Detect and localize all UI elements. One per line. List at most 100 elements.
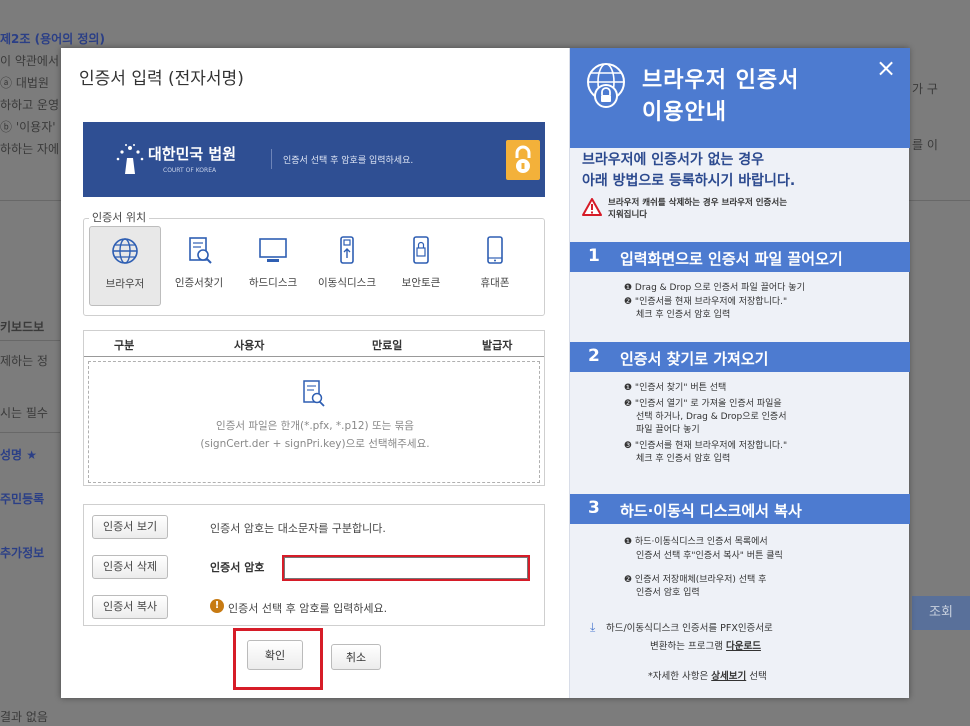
cancel-button[interactable]: 취소 — [331, 644, 381, 670]
copy-certificate-button[interactable]: 인증서 복사 — [92, 595, 169, 619]
dialog-title: 인증서 입력 (전자서명) — [79, 69, 244, 89]
court-banner: 대한민국 법원 COURT OF KOREA 인증서 선택 후 암호를 입력하세… — [83, 122, 545, 197]
bg-label: 시는 필수 — [0, 406, 48, 420]
confirm-button[interactable]: 확인 — [247, 640, 303, 670]
step-instruction: ❶ Drag & Drop 으로 인증서 파일 끌어다 놓기 — [624, 283, 805, 293]
step-number: 1 — [588, 246, 600, 266]
bg-line: 하하는 자에 — [0, 142, 60, 156]
step-instruction: 체크 후 인증서 암호 입력 — [636, 310, 731, 320]
step-instruction: 선택 하거나, Drag & Drop으로 인증서 — [636, 412, 787, 422]
guide-subtitle: 아래 방법으로 등록하시기 바랍니다. — [582, 173, 796, 189]
download-description: 하드/이동식디스크 인증서를 PFX인증서로 — [606, 623, 773, 634]
column-header: 발급자 — [482, 339, 513, 352]
password-label: 인증서 암호 — [210, 561, 265, 574]
download-link[interactable]: 다운로드 — [726, 641, 761, 652]
step-instruction: 인증서 암호 입력 — [636, 588, 700, 598]
select-certificate-note: 인증서 선택 후 암호를 입력하세요. — [228, 602, 388, 615]
bg-line: 이 약관에서 — [0, 54, 60, 68]
download-description: 변환하는 프로그램 — [650, 641, 723, 652]
location-label: 휴대폰 — [480, 277, 510, 289]
location-removable-disk[interactable]: 이동식디스크 — [311, 226, 383, 306]
article-title: 제2조 (용어의 정의) — [0, 32, 105, 46]
step-header: 2 인증서 찾기로 가져오기 — [570, 342, 910, 372]
globe-icon — [112, 238, 138, 264]
details-link[interactable]: 상세보기 — [711, 671, 746, 682]
location-mobile-phone[interactable]: 휴대폰 — [459, 226, 531, 306]
step-title: 인증서 찾기로 가져오기 — [620, 350, 769, 368]
banner-message: 인증서 선택 후 암호를 입력하세요. — [283, 156, 414, 166]
usb-icon — [340, 236, 354, 264]
step-number: 3 — [588, 498, 600, 518]
step-title: 입력화면으로 인증서 파일 끌어오기 — [620, 250, 843, 268]
warning-icon: ! — [210, 599, 224, 613]
drop-zone-hint: 인증서 파일은 한개(*.pfx, *.p12) 또는 묶음 — [216, 420, 414, 432]
bg-label: 성명 ★ — [0, 448, 38, 462]
court-name-english: COURT OF KOREA — [163, 167, 217, 174]
step-instruction: ❷ "인증서를 현재 브라우저에 저장합니다." — [624, 297, 788, 307]
location-security-token[interactable]: 보안토큰 — [385, 226, 457, 306]
cache-warning: 지워집니다 — [608, 210, 648, 220]
case-sensitive-note: 인증서 암호는 대소문자를 구분합니다. — [210, 522, 386, 535]
certificate-drop-zone[interactable]: 인증서 파일은 한개(*.pfx, *.p12) 또는 묶음 (signCert… — [88, 361, 540, 483]
bg-fragment: 가 구 — [912, 82, 938, 96]
bg-divider — [0, 432, 60, 433]
delete-certificate-button[interactable]: 인증서 삭제 — [92, 555, 169, 579]
banner-divider — [271, 149, 272, 169]
bg-line: ⓐ 대법원 — [0, 76, 49, 90]
step-number: 2 — [588, 346, 600, 366]
bg-label: 주민등록 — [0, 492, 45, 506]
location-label: 보안토큰 — [401, 277, 441, 289]
step-instruction: 인증서 선택 후"인증서 복사" 버튼 클릭 — [636, 551, 783, 561]
certificate-actions: 인증서 보기 인증서 암호는 대소문자를 구분합니다. 인증서 삭제 인증서 암… — [83, 504, 545, 626]
location-certificate-search[interactable]: 인증서찾기 — [163, 226, 235, 306]
certificate-location-legend: 인증서 위치 — [89, 209, 150, 225]
certificate-table: 구분 사용자 만료일 발급자 인증서 파일은 한개(*.pfx, *.p12) … — [83, 330, 545, 486]
alert-triangle-icon — [582, 198, 602, 216]
download-line: 변환하는 프로그램 다운로드 — [650, 638, 761, 652]
bg-label: 추가정보 — [0, 546, 45, 560]
monitor-icon — [259, 238, 287, 262]
details-prefix: *자세한 사항은 — [648, 671, 709, 682]
certificate-table-header: 구분 사용자 만료일 발급자 — [84, 331, 544, 357]
step-instruction: ❶ "인증서 찾기" 버튼 선택 — [624, 383, 727, 393]
password-input[interactable] — [284, 557, 528, 579]
step-instruction: ❶ 하드·이동식디스크 인증서 목록에서 — [624, 537, 768, 547]
bg-line: ⓑ '이용자' — [0, 120, 56, 134]
bg-divider — [0, 340, 60, 341]
court-logo-icon — [116, 144, 144, 174]
drop-zone-hint: (signCert.der + signPri.key)으로 선택해주세요. — [200, 438, 430, 450]
step-instruction: ❷ 인증서 저장매체(브라우저) 선택 후 — [624, 575, 767, 585]
step-header: 3 하드·이동식 디스크에서 복사 — [570, 494, 910, 524]
details-suffix: 선택 — [749, 671, 767, 682]
bg-result: 결과 없음 — [0, 710, 48, 724]
guide-title: 브라우저 인증서 — [642, 68, 800, 93]
guide-title: 이용안내 — [642, 100, 727, 125]
column-header: 사용자 — [234, 339, 265, 352]
location-label: 인증서찾기 — [174, 277, 224, 289]
column-header: 만료일 — [372, 339, 403, 352]
location-hard-disk[interactable]: 하드디스크 — [237, 226, 309, 306]
bg-label: 제하는 정 — [0, 354, 48, 368]
step-header: 1 입력화면으로 인증서 파일 끌어오기 — [570, 242, 910, 272]
password-field-highlight — [282, 555, 530, 581]
court-name: 대한민국 법원 — [148, 145, 237, 163]
location-label: 이동식디스크 — [318, 277, 376, 289]
bg-line: 하하고 운영 — [0, 98, 60, 112]
close-icon[interactable]: × — [876, 56, 896, 80]
certificate-search-icon — [303, 380, 325, 407]
certificate-dialog: 인증서 입력 (전자서명) 대한민국 법원 COURT OF KOREA 인증서… — [61, 48, 910, 698]
step-title: 하드·이동식 디스크에서 복사 — [620, 502, 802, 520]
bg-label: 키보드보 — [0, 320, 45, 334]
view-certificate-button[interactable]: 인증서 보기 — [92, 515, 169, 539]
location-label: 하드디스크 — [248, 277, 298, 289]
column-header: 구분 — [114, 339, 135, 352]
cache-warning: 브라우저 캐쉬를 삭제하는 경우 브라우저 인증서는 — [608, 198, 788, 208]
step-instruction: ❷ "인증서 열기" 로 가져올 인증서 파일을 — [624, 399, 782, 409]
step-instruction: 체크 후 인증서 암호 입력 — [636, 454, 731, 464]
step-instruction: 파일 끌어다 놓기 — [636, 425, 700, 435]
location-browser[interactable]: 브라우저 — [89, 226, 161, 306]
certificate-input-panel: 인증서 입력 (전자서명) 대한민국 법원 COURT OF KOREA 인증서… — [61, 48, 569, 698]
certificate-search-icon — [189, 237, 212, 264]
search-button[interactable]: 조회 — [912, 596, 970, 630]
step-instruction: ❸ "인증서를 현재 브라우저에 저장합니다." — [624, 441, 788, 451]
